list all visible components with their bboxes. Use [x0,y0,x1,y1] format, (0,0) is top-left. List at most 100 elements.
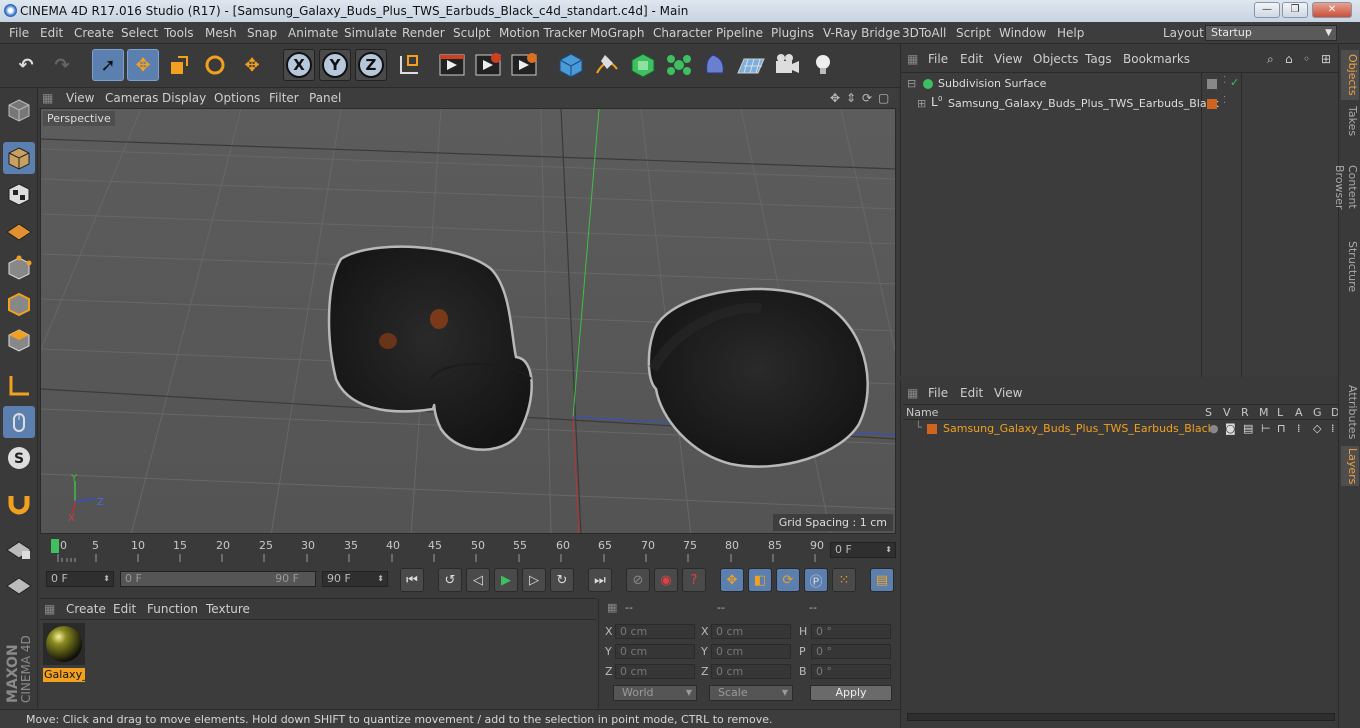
home-icon[interactable]: ⌂ [1285,52,1293,66]
menu-sculpt[interactable]: Sculpt [453,26,490,40]
go-to-end-icon[interactable]: ⏭ [588,568,612,592]
menu-render[interactable]: Render [402,26,445,40]
column-solo[interactable]: S [1205,406,1212,419]
render-settings-icon[interactable] [508,49,540,81]
coordinate-space-select[interactable]: World ▼ [613,685,697,701]
menu-tools[interactable]: Tools [164,26,194,40]
autokey-icon[interactable]: ◉ [654,568,678,592]
tweak-mode-icon[interactable] [3,406,35,438]
transform-tool-icon[interactable]: ✥ [236,49,268,81]
record-keys-icon[interactable]: ⊘ [626,568,650,592]
coordinate-system-icon[interactable] [393,49,425,81]
live-selection-icon[interactable]: ➚ [92,49,124,81]
generator-icon[interactable]: ◇ [1313,422,1321,435]
objects-menu-view[interactable]: View [994,52,1022,66]
material-menu-edit[interactable]: Edit [113,602,136,616]
menu-3dtoall[interactable]: 3DToAll [902,26,946,40]
perspective-viewport[interactable]: Y Z X Perspective Grid Spacing : 1 cm [40,108,896,534]
layers-menu-edit[interactable]: Edit [960,386,983,400]
position-x-field[interactable]: 0 cm [615,624,695,639]
enabled-check-icon[interactable]: ✓ [1230,76,1239,89]
viewport-menu-filter[interactable]: Filter [269,91,299,105]
layer-color-swatch[interactable] [927,424,937,434]
play-icon[interactable]: ▶ [494,568,518,592]
cube-primitive-icon[interactable] [555,49,587,81]
material-menu-create[interactable]: Create [66,602,106,616]
material-menu-texture[interactable]: Texture [206,602,250,616]
key-rotation-icon[interactable]: ⟳ [776,568,800,592]
redo-icon[interactable]: ↷ [46,49,78,81]
apply-button[interactable]: Apply [810,685,892,701]
layout-select[interactable]: Startup ▼ [1205,25,1337,41]
visibility-dots-icon[interactable]: ⁚ [1223,75,1226,86]
key-parameter-icon[interactable]: Ⓟ [804,568,828,592]
viewport-menu-cameras[interactable]: Cameras [105,91,158,105]
viewport-move-icon[interactable]: ✥ [830,91,840,105]
menu-file[interactable]: File [9,26,29,40]
size-x-field[interactable]: 0 cm [711,624,791,639]
rotate-tool-icon[interactable] [199,49,231,81]
render-to-picture-viewer-icon[interactable] [472,49,504,81]
menu-mograph[interactable]: MoGraph [590,26,645,40]
go-to-start-icon[interactable]: ⏮ [400,568,424,592]
subdivision-surface-icon[interactable] [627,49,659,81]
menu-script[interactable]: Script [956,26,991,40]
manager-icon[interactable]: ⊢ [1261,422,1271,435]
menu-mesh[interactable]: Mesh [205,26,237,40]
render-view-icon[interactable] [436,49,468,81]
tab-layers[interactable]: Layers [1341,446,1359,486]
size-z-field[interactable]: 0 cm [711,664,791,679]
key-position-icon[interactable]: ✥ [720,568,744,592]
visible-eye-icon[interactable]: ◙ [1225,422,1236,435]
menu-edit[interactable]: Edit [40,26,63,40]
next-frame-icon[interactable]: ▷ [522,568,546,592]
y-axis-lock-button[interactable]: Y [319,49,351,81]
size-mode-select[interactable]: Scale ▼ [709,685,793,701]
keyframe-selection-icon[interactable]: ? [682,568,706,592]
viewport-menu-options[interactable]: Options [214,91,260,105]
cloner-icon[interactable] [663,49,695,81]
workplane-mode-icon[interactable] [3,214,35,246]
animation-icon[interactable]: ⁞ [1297,422,1301,435]
filter-icon[interactable]: ◦ [1303,52,1310,66]
expand-icon[interactable]: ⊞ [917,97,926,110]
objects-menu-objects[interactable]: Objects [1033,52,1078,66]
solo-icon[interactable]: ● [1209,422,1219,435]
column-generators[interactable]: G [1313,406,1322,419]
previous-key-icon[interactable]: ↺ [438,568,462,592]
object-row[interactable]: ⊞ L 0 Samsung_Galaxy_Buds_Plus_TWS_Earbu… [901,95,1339,113]
move-tool-icon[interactable]: ✥ [127,49,159,81]
menu-plugins[interactable]: Plugins [771,26,814,40]
object-row[interactable]: ⊟ Subdivision Surface ⁚ ✓ [901,75,1339,93]
planar-workplane-icon[interactable] [3,568,35,600]
column-manager[interactable]: M [1259,406,1269,419]
timeline-window-icon[interactable]: ▤ [870,568,894,592]
previous-frame-icon[interactable]: ◁ [466,568,490,592]
menu-snap[interactable]: Snap [247,26,277,40]
collapse-icon[interactable]: ⊟ [907,77,916,90]
layers-menu-view[interactable]: View [994,386,1022,400]
viewport-menu-view[interactable]: View [66,91,94,105]
column-view[interactable]: V [1223,406,1231,419]
undo-icon[interactable]: ↶ [10,49,42,81]
tab-content-browser[interactable]: Content Browser [1333,144,1359,230]
tab-structure[interactable]: Structure [1341,240,1359,294]
deformer-icon[interactable] [699,49,731,81]
key-pla-icon[interactable]: ⁙ [832,568,856,592]
menu-help[interactable]: Help [1057,26,1084,40]
menu-select[interactable]: Select [121,26,158,40]
position-y-field[interactable]: 0 cm [615,644,695,659]
close-button[interactable]: ✕ [1312,2,1352,18]
magnet-icon[interactable] [3,486,35,518]
objects-menu-bookmarks[interactable]: Bookmarks [1123,52,1190,66]
timeline-ruler[interactable]: 0 5 10 15 20 25 30 35 40 45 50 55 60 65 … [40,536,898,564]
column-render[interactable]: R [1241,406,1249,419]
rotation-p-field[interactable]: 0 ° [811,644,891,659]
new-panel-icon[interactable]: ⊞ [1321,52,1331,66]
material-item[interactable]: Galaxy_B [43,623,85,682]
viewport-menu-display[interactable]: Display [162,91,206,105]
minimize-button[interactable]: — [1254,2,1280,18]
menu-vray-bridge[interactable]: V-Ray Bridge [823,26,900,40]
points-mode-icon[interactable] [3,252,35,284]
position-z-field[interactable]: 0 cm [615,664,695,679]
